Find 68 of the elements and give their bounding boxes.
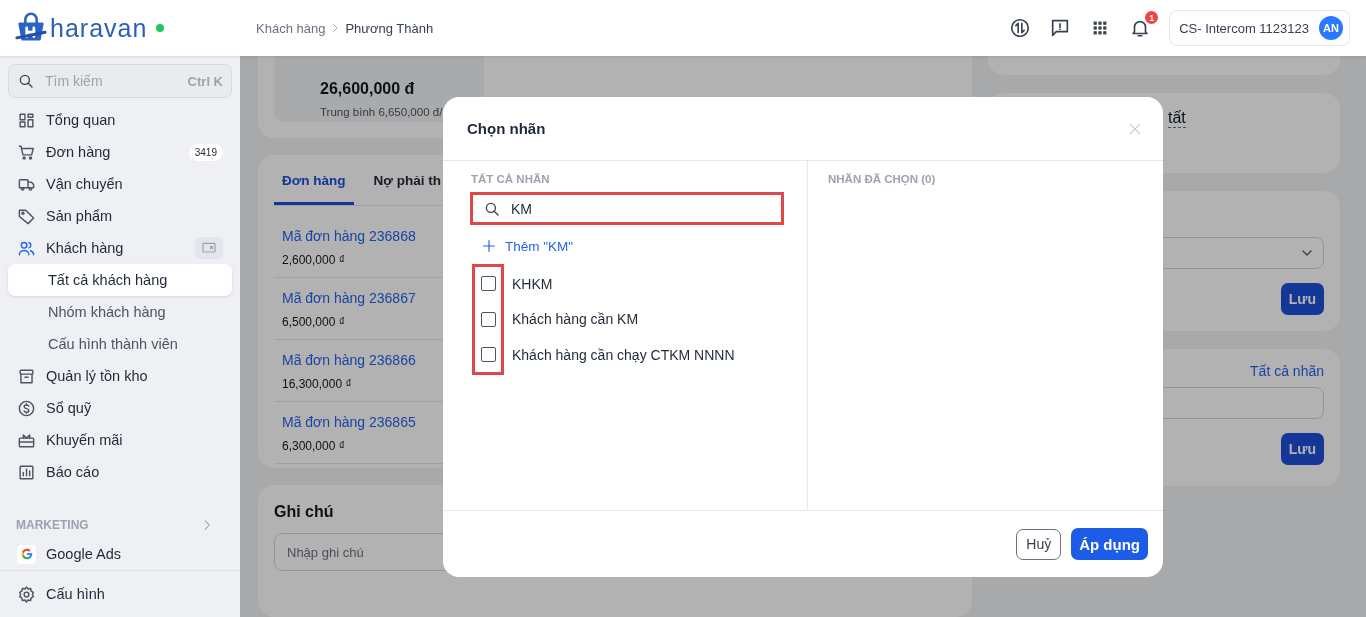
cancel-button[interactable]: Huỷ [1016, 528, 1062, 560]
checkbox[interactable] [481, 347, 496, 363]
label-name: KHKM [512, 275, 553, 292]
nav-item[interactable]: Đơn hàng 3419 [8, 136, 232, 168]
section-title: MARKETING [16, 518, 89, 532]
gear-icon [17, 584, 36, 604]
notification-badge: 1 [1145, 11, 1159, 24]
label-name: Khách hàng cần KM [512, 311, 639, 328]
dialog-title: Chọn nhãn [467, 120, 546, 137]
account-name: CS- Intercom 1123123 [1179, 20, 1309, 36]
card-title: Ghi chú [274, 503, 335, 522]
section-heading: NHÃN ĐÃ CHỌN (0) [828, 173, 937, 185]
add-option[interactable]: Thêm "KM" [481, 238, 574, 254]
order-amount: 6,500,000 ₫ [282, 314, 345, 329]
section-heading: TẤT CẢ NHÃN [471, 173, 551, 185]
nav-item[interactable]: Sổ quỹ [8, 392, 232, 424]
account-button[interactable]: CS- Intercom 1123123 AN [1169, 10, 1350, 46]
order-amount: 6,300,000 ₫ [282, 438, 345, 453]
shortcut-hint: Ctrl K [187, 73, 223, 89]
order-link[interactable]: Mã đơn hàng 236866 [282, 351, 416, 368]
nav-item[interactable]: Vận chuyển [8, 168, 232, 200]
checkbox[interactable] [481, 276, 496, 292]
breadcrumb-current: Phương Thành [345, 20, 434, 36]
plus-icon [481, 238, 497, 254]
nav-item[interactable]: Cấu hình [8, 571, 232, 617]
avatar: AN [1319, 16, 1343, 40]
label-name: Khách hàng cần chạy CTKM NNNN [512, 346, 735, 363]
dashboard-icon [17, 110, 36, 130]
add-label: Thêm "KM" [505, 238, 574, 254]
exchange-icon[interactable] [1009, 17, 1032, 39]
order-amount: 2,600,000 ₫ [282, 252, 345, 267]
nav-item[interactable]: Google Ads [8, 538, 232, 570]
coin-icon [17, 398, 36, 418]
screen-icon [195, 237, 223, 259]
order-link[interactable]: Mã đơn hàng 236867 [282, 289, 416, 306]
cart-icon [17, 142, 36, 162]
total-amount: 26,600,000 đ [320, 80, 416, 98]
nav-item[interactable]: Sản phẩm [8, 200, 232, 232]
average-text: Trung bình 6,650,000 đ/ [320, 106, 444, 118]
search-placeholder: Tìm kiếm [45, 73, 104, 89]
archive-icon [17, 366, 36, 386]
nav-item[interactable]: Khách hàng [8, 232, 232, 264]
checkbox[interactable] [481, 311, 496, 327]
search-icon [17, 72, 35, 90]
nav-item[interactable]: Tổng quan [8, 104, 232, 136]
order-amount: 16,300,000 ₫ [282, 376, 352, 391]
tags-link[interactable]: Tất cả nhãn [1250, 363, 1324, 379]
status-dot [156, 24, 165, 32]
tag-icon [17, 206, 36, 226]
nav-subitem[interactable]: Nhóm khách hàng [8, 296, 232, 328]
save-button[interactable]: Lưu [1280, 433, 1324, 465]
dashed-text: tất [1168, 109, 1186, 128]
search-field[interactable]: KM [470, 192, 784, 225]
nav-item[interactable]: Quản lý tồn kho [8, 360, 232, 392]
apply-button[interactable]: Áp dụng [1071, 528, 1148, 560]
count-badge: 3419 [188, 143, 223, 161]
save-button[interactable]: Lưu [1280, 283, 1324, 315]
breadcrumb-link[interactable]: Khách hàng [256, 20, 326, 36]
order-link[interactable]: Mã đơn hàng 236865 [282, 413, 416, 430]
order-link[interactable]: Mã đơn hàng 236868 [282, 227, 416, 244]
tab[interactable]: Đơn hàng [274, 154, 354, 205]
bar-chart-icon [17, 462, 36, 482]
nav-item[interactable]: Báo cáo [8, 456, 232, 488]
nav-subitem[interactable]: Cấu hình thành viên [8, 328, 232, 360]
google-icon [17, 544, 36, 564]
nav-item[interactable]: Khuyến mãi [8, 424, 232, 456]
logo-text: haravan [50, 13, 148, 43]
nav-subitem[interactable]: Tất cả khách hàng [8, 264, 232, 296]
